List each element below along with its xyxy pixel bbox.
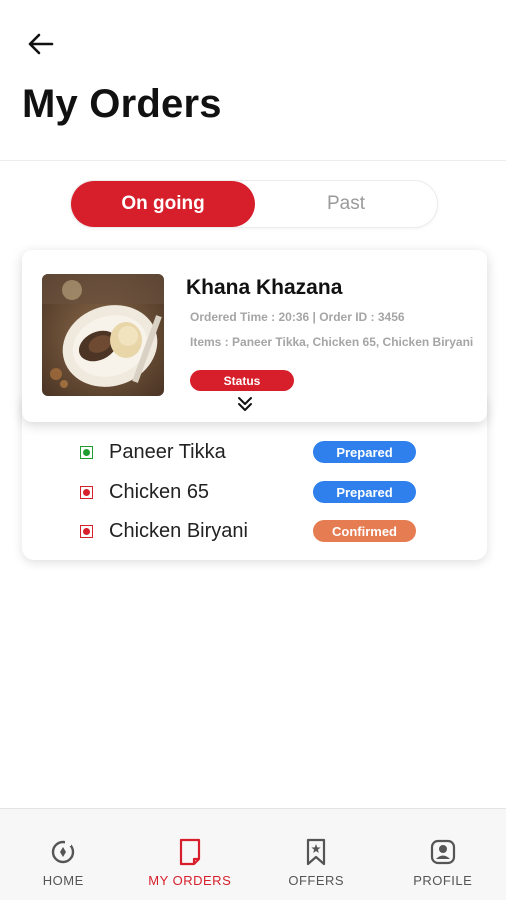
nav-offers[interactable]: OFFERS: [253, 809, 380, 900]
restaurant-name: Khana Khazana: [186, 276, 343, 299]
non-veg-icon: [80, 524, 93, 538]
non-veg-icon: [80, 485, 93, 499]
nav-home-label: HOME: [42, 873, 84, 888]
nav-profile[interactable]: PROFILE: [380, 809, 506, 900]
back-button[interactable]: [22, 26, 58, 62]
veg-icon: [80, 445, 93, 459]
order-item-row: Chicken 65 Prepared: [80, 478, 420, 506]
item-status-badge: Confirmed: [313, 520, 416, 542]
double-chevron-down-icon[interactable]: [234, 394, 256, 414]
tab-past[interactable]: Past: [255, 181, 437, 227]
page-title: My Orders: [22, 82, 222, 126]
nav-home[interactable]: HOME: [0, 809, 127, 900]
tab-ongoing[interactable]: On going: [71, 181, 255, 227]
order-item-name: Chicken Biryani: [109, 519, 248, 542]
order-item-row: Chicken Biryani Confirmed: [80, 517, 420, 545]
order-item-name: Chicken 65: [109, 480, 210, 503]
item-status-badge: Prepared: [313, 441, 416, 463]
nav-offers-label: OFFERS: [288, 873, 345, 888]
item-status-badge: Prepared: [313, 481, 416, 503]
profile-icon: [429, 837, 457, 867]
order-time-and-id: Ordered Time : 20:36 | Order ID : 3456: [190, 310, 405, 324]
nav-my-orders-label: MY ORDERS: [148, 873, 232, 888]
status-button[interactable]: Status: [190, 370, 294, 391]
restaurant-food-image: [42, 274, 164, 396]
header-divider: [0, 160, 506, 161]
orders-tab-switch: On going Past: [70, 180, 438, 228]
bookmark-icon: [302, 837, 330, 867]
nav-my-orders[interactable]: MY ORDERS: [127, 809, 254, 900]
order-card[interactable]: Khana Khazana Ordered Time : 20:36 | Ord…: [22, 250, 487, 422]
nav-profile-label: PROFILE: [413, 873, 473, 888]
arrow-left-icon: [28, 33, 54, 55]
order-item-row: Paneer Tikka Prepared: [80, 438, 420, 466]
bottom-navigation: HOME MY ORDERS OFFERS PROFILE: [0, 808, 506, 900]
orders-icon: [176, 837, 204, 867]
order-items-summary: Items : Paneer Tikka, Chicken 65, Chicke…: [190, 335, 474, 349]
home-icon: [49, 837, 77, 867]
order-item-name: Paneer Tikka: [109, 440, 226, 463]
